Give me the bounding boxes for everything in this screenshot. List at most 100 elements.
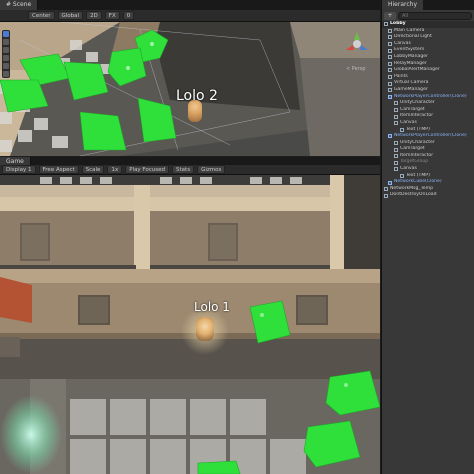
hierarchy-item-label: EventSystem	[394, 47, 425, 53]
hierarchy-item[interactable]: EventSystem	[382, 47, 474, 54]
rect-tool-icon[interactable]	[3, 63, 9, 69]
hierarchy-item-label: Text (TMP)	[406, 126, 430, 132]
player-character-1[interactable]	[196, 317, 214, 341]
hierarchy-item[interactable]: DontDestroyOnLoad	[382, 192, 474, 199]
aspect-select[interactable]: Free Aspect	[38, 165, 79, 174]
2d-toggle-button[interactable]: 2D	[86, 11, 102, 20]
hierarchy-item[interactable]: ItemInteractor	[382, 153, 474, 160]
gameobject-icon	[388, 55, 392, 60]
hierarchy-search-input[interactable]: All	[398, 11, 472, 20]
hierarchy-item[interactable]: UnityCharacter	[382, 140, 474, 147]
hierarchy-item[interactable]: CamTarget	[382, 107, 474, 114]
gameobject-icon	[394, 154, 398, 159]
hierarchy-item[interactable]: Text (TMP)	[382, 127, 474, 134]
hierarchy-item-label: Directional Light	[394, 34, 432, 40]
hierarchy-item-label: TargetGroup	[400, 159, 429, 165]
pivot-global-button[interactable]: Global	[57, 11, 84, 20]
hierarchy-item[interactable]: TargetGroup	[382, 159, 474, 166]
gameobject-icon	[388, 48, 392, 53]
game-toolbar: Display 1 Free Aspect Scale 1x Play Focu…	[0, 165, 380, 175]
gameobject-icon	[388, 68, 392, 73]
hierarchy-item[interactable]: Main Camera	[382, 28, 474, 35]
hierarchy-search-row: + All	[382, 10, 474, 21]
gameobject-icon	[384, 187, 388, 192]
gameobject-icon	[384, 22, 388, 27]
gameobject-icon	[394, 140, 398, 145]
hierarchy-item[interactable]: Text (TMP)	[382, 173, 474, 180]
player-name-label: Lolo 1	[194, 300, 230, 314]
hierarchy-item[interactable]: Canvas	[382, 120, 474, 127]
gameobject-icon	[394, 167, 398, 172]
network-cube[interactable]	[197, 460, 241, 474]
hierarchy-item[interactable]: GlobalAlertManager	[382, 67, 474, 74]
hierarchy-item[interactable]: UnityCharacter	[382, 100, 474, 107]
hand-tool-icon[interactable]	[3, 31, 9, 37]
rotate-tool-icon[interactable]	[3, 47, 9, 53]
gameobject-icon	[388, 75, 392, 80]
gameobject-icon	[388, 61, 392, 66]
scale-label: Scale	[81, 165, 105, 174]
hierarchy-item[interactable]: Virtual Camera	[382, 80, 474, 87]
effects-toggle-button[interactable]: FX	[104, 11, 120, 20]
hierarchy-item-label: Canvas	[400, 166, 417, 172]
hierarchy-item-label: NetworkCube(Clone)	[394, 179, 442, 185]
orientation-gizmo-icon[interactable]	[344, 30, 370, 60]
game-view[interactable]: Game Display 1 Free Aspect Scale 1x Play…	[0, 157, 380, 474]
hierarchy-item-label: CamTarget	[400, 106, 425, 112]
hierarchy-item[interactable]: CamTarget	[382, 146, 474, 153]
gameobject-icon	[384, 193, 388, 198]
tab-hierarchy[interactable]: Hierarchy	[382, 0, 424, 10]
gameobject-icon	[388, 81, 392, 86]
hierarchy-tree: Lobby Main Camera Directional Light Canvas E…	[382, 21, 474, 199]
scene-view[interactable]: # Scene Center Global 2D FX 0 < Persp Lo…	[0, 0, 380, 156]
hierarchy-item[interactable]: Paints	[382, 74, 474, 81]
network-cube[interactable]	[325, 370, 380, 416]
hierarchy-item-label: GameManager	[394, 86, 428, 92]
hierarchy-item-label: Canvas	[394, 40, 411, 46]
scene-viewport[interactable]	[0, 0, 380, 156]
hierarchy-item[interactable]: NetworkCube(Clone)	[382, 179, 474, 186]
hierarchy-item[interactable]: Canvas	[382, 166, 474, 173]
hierarchy-item-label: Text (TMP)	[406, 172, 430, 178]
hierarchy-item-label: Lobby	[390, 21, 406, 26]
hierarchy-item[interactable]: NetworkMsg_Temp	[382, 186, 474, 193]
hierarchy-item-label: NetworkPlayerController(Clone)	[394, 133, 467, 139]
hierarchy-item-label: Main Camera	[394, 27, 425, 33]
gameobject-icon	[394, 121, 398, 126]
pivot-center-button[interactable]: Center	[28, 11, 55, 20]
hierarchy-item[interactable]: GameManager	[382, 87, 474, 94]
hierarchy-item[interactable]: Directional Light	[382, 34, 474, 41]
perspective-label[interactable]: < Persp	[346, 66, 366, 72]
hierarchy-item-label: ItemInteractor	[400, 152, 434, 158]
hierarchy-tab-bar: Hierarchy	[382, 0, 474, 10]
hierarchy-item[interactable]: NetworkPlayerController(Clone)	[382, 133, 474, 140]
transform-tool-icon[interactable]	[3, 71, 9, 77]
stats-button[interactable]: Stats	[172, 165, 195, 174]
gameobject-icon	[394, 147, 398, 152]
player-name-label: Lolo 2	[176, 88, 218, 104]
hierarchy-panel: Hierarchy + All Lobby Main Camera Directio…	[381, 0, 474, 474]
hierarchy-item-label: Paints	[394, 73, 408, 79]
hierarchy-item[interactable]: Lobby	[382, 21, 474, 28]
hidden-objects-button[interactable]: 0	[122, 11, 135, 20]
scene-tab-bar: # Scene	[0, 0, 380, 10]
scale-tool-icon[interactable]	[3, 55, 9, 61]
hierarchy-item[interactable]: NetworkPlayerController(Clone)	[382, 94, 474, 101]
gameobject-icon	[388, 35, 392, 40]
game-viewport[interactable]	[0, 157, 380, 474]
hierarchy-item-label: GlobalAlertManager	[394, 67, 440, 73]
play-focused-select[interactable]: Play Focused	[125, 165, 170, 174]
hierarchy-item-label: NetworkMsg_Temp	[390, 185, 433, 191]
tab-scene[interactable]: # Scene	[0, 0, 39, 10]
scale-value[interactable]: 1x	[107, 165, 123, 174]
hierarchy-item[interactable]: RelayManager	[382, 61, 474, 68]
display-select[interactable]: Display 1	[2, 165, 36, 174]
hierarchy-item[interactable]: ItemInteractor	[382, 113, 474, 120]
hierarchy-item-label: RelayManager	[394, 60, 427, 66]
hierarchy-item[interactable]: LobbyManager	[382, 54, 474, 61]
gizmos-button[interactable]: Gizmos	[197, 165, 226, 174]
move-tool-icon[interactable]	[3, 39, 9, 45]
hierarchy-item-label: LobbyManager	[394, 53, 428, 59]
hierarchy-item[interactable]: Canvas	[382, 41, 474, 48]
add-object-button[interactable]: +	[384, 11, 396, 20]
